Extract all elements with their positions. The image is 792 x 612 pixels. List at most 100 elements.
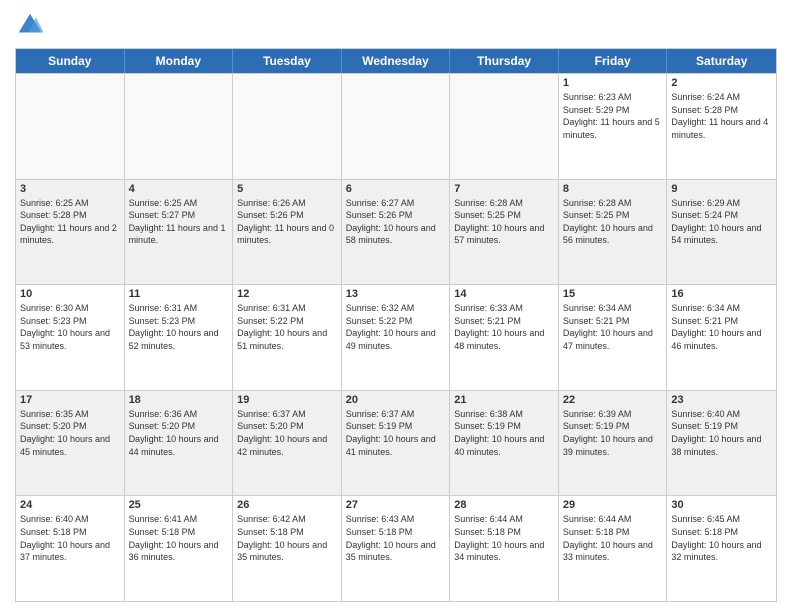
day-cell-21: 21Sunrise: 6:38 AMSunset: 5:19 PMDayligh… (450, 391, 559, 496)
day-cell-16: 16Sunrise: 6:34 AMSunset: 5:21 PMDayligh… (667, 285, 776, 390)
day-number: 20 (346, 394, 446, 406)
day-cell-14: 14Sunrise: 6:33 AMSunset: 5:21 PMDayligh… (450, 285, 559, 390)
week-row-3: 10 Sunrise: 6:30 AMSunset: 5:23 PMDayligh… (16, 284, 776, 390)
day-info: Sunrise: 6:39 AMSunset: 5:19 PMDaylight:… (563, 408, 663, 458)
logo (15, 10, 49, 40)
calendar-body: 1 Sunrise: 6:23 AMSunset: 5:29 PMDaylight… (16, 73, 776, 601)
day-info: Sunrise: 6:28 AMSunset: 5:25 PMDaylight:… (454, 197, 554, 247)
day-info: Sunrise: 6:36 AMSunset: 5:20 PMDaylight:… (129, 408, 229, 458)
day-header-monday: Monday (125, 49, 234, 73)
day-info: Sunrise: 6:35 AMSunset: 5:20 PMDaylight:… (20, 408, 120, 458)
day-number: 18 (129, 394, 229, 406)
day-info: Sunrise: 6:37 AMSunset: 5:19 PMDaylight:… (346, 408, 446, 458)
day-cell-25: 25 Sunrise: 6:41 AMSunset: 5:18 PMDayligh… (125, 496, 234, 601)
day-number: 13 (346, 288, 446, 300)
page: SundayMondayTuesdayWednesdayThursdayFrid… (0, 0, 792, 612)
calendar-header: SundayMondayTuesdayWednesdayThursdayFrid… (16, 49, 776, 73)
day-number: 15 (563, 288, 663, 300)
empty-cell (16, 74, 125, 179)
day-cell-9: 9 Sunrise: 6:29 AMSunset: 5:24 PMDaylight… (667, 180, 776, 285)
week-row-4: 17Sunrise: 6:35 AMSunset: 5:20 PMDayligh… (16, 390, 776, 496)
day-cell-7: 7 Sunrise: 6:28 AMSunset: 5:25 PMDaylight… (450, 180, 559, 285)
day-cell-8: 8Sunrise: 6:28 AMSunset: 5:25 PMDaylight… (559, 180, 668, 285)
day-cell-2: 2Sunrise: 6:24 AMSunset: 5:28 PMDaylight… (667, 74, 776, 179)
day-info: Sunrise: 6:34 AMSunset: 5:21 PMDaylight:… (563, 302, 663, 352)
day-cell-15: 15 Sunrise: 6:34 AMSunset: 5:21 PMDayligh… (559, 285, 668, 390)
day-cell-3: 3 Sunrise: 6:25 AMSunset: 5:28 PMDaylight… (16, 180, 125, 285)
day-number: 14 (454, 288, 554, 300)
day-number: 30 (671, 499, 772, 511)
day-info: Sunrise: 6:23 AMSunset: 5:29 PMDaylight:… (563, 91, 663, 141)
day-number: 22 (563, 394, 663, 406)
day-cell-24: 24 Sunrise: 6:40 AMSunset: 5:18 PMDayligh… (16, 496, 125, 601)
day-header-thursday: Thursday (450, 49, 559, 73)
day-cell-5: 5 Sunrise: 6:26 AMSunset: 5:26 PMDaylight… (233, 180, 342, 285)
day-info: Sunrise: 6:30 AMSunset: 5:23 PMDaylight:… (20, 302, 120, 352)
day-info: Sunrise: 6:29 AMSunset: 5:24 PMDaylight:… (671, 197, 772, 247)
day-cell-30: 30Sunrise: 6:45 AMSunset: 5:18 PMDayligh… (667, 496, 776, 601)
day-cell-17: 17Sunrise: 6:35 AMSunset: 5:20 PMDayligh… (16, 391, 125, 496)
day-info: Sunrise: 6:44 AMSunset: 5:18 PMDaylight:… (563, 513, 663, 563)
day-cell-29: 29 Sunrise: 6:44 AMSunset: 5:18 PMDayligh… (559, 496, 668, 601)
empty-cell (342, 74, 451, 179)
day-number: 25 (129, 499, 229, 511)
day-info: Sunrise: 6:26 AMSunset: 5:26 PMDaylight:… (237, 197, 337, 247)
day-number: 29 (563, 499, 663, 511)
day-info: Sunrise: 6:32 AMSunset: 5:22 PMDaylight:… (346, 302, 446, 352)
day-cell-4: 4Sunrise: 6:25 AMSunset: 5:27 PMDaylight… (125, 180, 234, 285)
day-cell-26: 26Sunrise: 6:42 AMSunset: 5:18 PMDayligh… (233, 496, 342, 601)
day-header-friday: Friday (559, 49, 668, 73)
day-info: Sunrise: 6:25 AMSunset: 5:28 PMDaylight:… (20, 197, 120, 247)
day-number: 28 (454, 499, 554, 511)
day-number: 4 (129, 183, 229, 195)
calendar: SundayMondayTuesdayWednesdayThursdayFrid… (15, 48, 777, 602)
day-info: Sunrise: 6:40 AMSunset: 5:18 PMDaylight:… (20, 513, 120, 563)
day-number: 1 (563, 77, 663, 89)
empty-cell (125, 74, 234, 179)
day-cell-13: 13 Sunrise: 6:32 AMSunset: 5:22 PMDayligh… (342, 285, 451, 390)
day-info: Sunrise: 6:38 AMSunset: 5:19 PMDaylight:… (454, 408, 554, 458)
day-number: 26 (237, 499, 337, 511)
day-number: 19 (237, 394, 337, 406)
day-cell-6: 6 Sunrise: 6:27 AMSunset: 5:26 PMDaylight… (342, 180, 451, 285)
day-number: 6 (346, 183, 446, 195)
week-row-5: 24 Sunrise: 6:40 AMSunset: 5:18 PMDayligh… (16, 495, 776, 601)
day-info: Sunrise: 6:41 AMSunset: 5:18 PMDaylight:… (129, 513, 229, 563)
day-number: 3 (20, 183, 120, 195)
day-number: 24 (20, 499, 120, 511)
day-cell-28: 28 Sunrise: 6:44 AMSunset: 5:18 PMDayligh… (450, 496, 559, 601)
day-cell-11: 11Sunrise: 6:31 AMSunset: 5:23 PMDayligh… (125, 285, 234, 390)
day-number: 5 (237, 183, 337, 195)
day-info: Sunrise: 6:37 AMSunset: 5:20 PMDaylight:… (237, 408, 337, 458)
day-number: 2 (671, 77, 772, 89)
day-cell-19: 19 Sunrise: 6:37 AMSunset: 5:20 PMDayligh… (233, 391, 342, 496)
day-header-tuesday: Tuesday (233, 49, 342, 73)
day-info: Sunrise: 6:27 AMSunset: 5:26 PMDaylight:… (346, 197, 446, 247)
day-number: 9 (671, 183, 772, 195)
day-cell-20: 20 Sunrise: 6:37 AMSunset: 5:19 PMDayligh… (342, 391, 451, 496)
empty-cell (450, 74, 559, 179)
header (15, 10, 777, 40)
day-info: Sunrise: 6:31 AMSunset: 5:23 PMDaylight:… (129, 302, 229, 352)
day-info: Sunrise: 6:40 AMSunset: 5:19 PMDaylight:… (671, 408, 772, 458)
day-number: 23 (671, 394, 772, 406)
day-header-wednesday: Wednesday (342, 49, 451, 73)
day-cell-10: 10 Sunrise: 6:30 AMSunset: 5:23 PMDayligh… (16, 285, 125, 390)
day-cell-27: 27 Sunrise: 6:43 AMSunset: 5:18 PMDayligh… (342, 496, 451, 601)
day-header-sunday: Sunday (16, 49, 125, 73)
day-info: Sunrise: 6:43 AMSunset: 5:18 PMDaylight:… (346, 513, 446, 563)
day-info: Sunrise: 6:44 AMSunset: 5:18 PMDaylight:… (454, 513, 554, 563)
day-number: 27 (346, 499, 446, 511)
day-number: 12 (237, 288, 337, 300)
empty-cell (233, 74, 342, 179)
day-cell-23: 23 Sunrise: 6:40 AMSunset: 5:19 PMDayligh… (667, 391, 776, 496)
day-number: 10 (20, 288, 120, 300)
day-info: Sunrise: 6:31 AMSunset: 5:22 PMDaylight:… (237, 302, 337, 352)
day-cell-18: 18 Sunrise: 6:36 AMSunset: 5:20 PMDayligh… (125, 391, 234, 496)
day-number: 7 (454, 183, 554, 195)
day-cell-12: 12 Sunrise: 6:31 AMSunset: 5:22 PMDayligh… (233, 285, 342, 390)
day-number: 16 (671, 288, 772, 300)
day-number: 8 (563, 183, 663, 195)
logo-icon (15, 10, 45, 40)
day-cell-1: 1 Sunrise: 6:23 AMSunset: 5:29 PMDaylight… (559, 74, 668, 179)
